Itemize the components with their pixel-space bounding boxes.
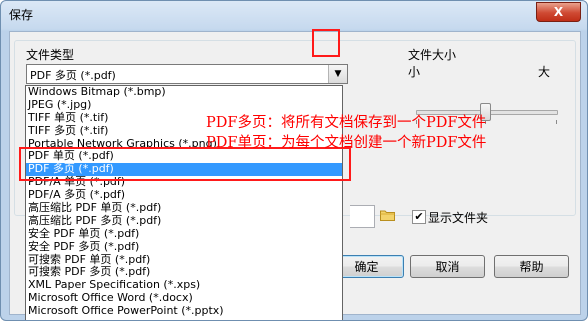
show-folder-label: 显示文件夹	[428, 211, 489, 225]
file-type-option[interactable]: JPEG (*.jpg)	[26, 98, 342, 112]
highlight-box-pdf-options	[19, 147, 351, 181]
file-type-option[interactable]: 高压缩比 PDF 多页 (*.pdf)	[26, 214, 342, 228]
file-type-select[interactable]: PDF 多页 (*.pdf) ▼	[26, 64, 348, 84]
file-type-option[interactable]: 高压缩比 PDF 单页 (*.pdf)	[26, 201, 342, 215]
annotation-singlepage: PDF单页：为每个文档创建一个新PDF文件	[206, 135, 487, 151]
file-size-label: 文件大小	[408, 48, 457, 62]
highlight-box-dropdown-arrow	[312, 29, 340, 57]
show-folder-checkbox[interactable]: ✔	[412, 210, 426, 224]
file-type-label: 文件类型	[26, 48, 75, 62]
checkmark-icon: ✔	[414, 210, 424, 223]
slider-tick	[556, 120, 557, 124]
title-bar[interactable]: 保存 X	[1, 1, 587, 27]
help-button[interactable]: 帮助	[494, 255, 569, 278]
file-type-option[interactable]: Microsoft Office PowerPoint (*.pptx)	[26, 304, 342, 318]
close-button[interactable]: X	[536, 2, 581, 22]
annotation-multipage: PDF多页：将所有文档保存到一个PDF文件	[206, 115, 487, 131]
file-type-selected-value: PDF 多页 (*.pdf)	[30, 69, 116, 82]
chevron-down-icon[interactable]: ▼	[328, 65, 347, 83]
folder-icon[interactable]	[380, 209, 395, 221]
file-size-min-label: 小	[408, 65, 421, 79]
window-title: 保存	[9, 8, 34, 22]
file-type-option[interactable]: 安全 PDF 多页 (*.pdf)	[26, 240, 342, 254]
close-icon: X	[553, 5, 564, 19]
cancel-button[interactable]: 取消	[410, 255, 485, 278]
save-dialog: 保存 X 文件类型 PDF 多页 (*.pdf) ▼ 文件大小 小 大 ✔ 显示…	[0, 0, 588, 321]
file-size-max-label: 大	[538, 65, 551, 79]
folder-path-input[interactable]	[350, 205, 375, 228]
file-type-option[interactable]: Windows Bitmap (*.bmp)	[26, 85, 342, 99]
file-type-option[interactable]: 安全 PDF 单页 (*.pdf)	[26, 227, 342, 241]
